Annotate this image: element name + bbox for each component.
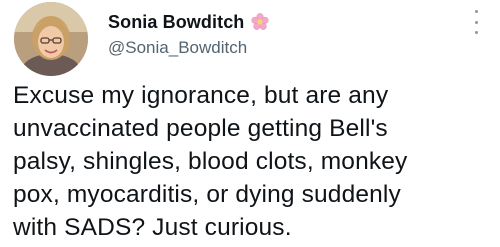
dot (474, 20, 478, 24)
tweet-text: Excuse my ignorance, but are any unvacci… (13, 82, 408, 241)
pink-flower-icon (250, 12, 270, 32)
avatar[interactable] (14, 2, 88, 76)
author-display-name[interactable]: Sonia Bowditch (108, 12, 244, 33)
tweet-card: Sonia Bowditch @Sonia_Bowditch Excuse my… (0, 0, 500, 247)
dot (474, 31, 478, 34)
vertical-dots-icon[interactable] (472, 10, 480, 34)
dot (474, 10, 478, 13)
author-name-row[interactable]: Sonia Bowditch (108, 9, 270, 35)
author-handle[interactable]: @Sonia_Bowditch (108, 38, 247, 58)
avatar-image (14, 2, 88, 76)
